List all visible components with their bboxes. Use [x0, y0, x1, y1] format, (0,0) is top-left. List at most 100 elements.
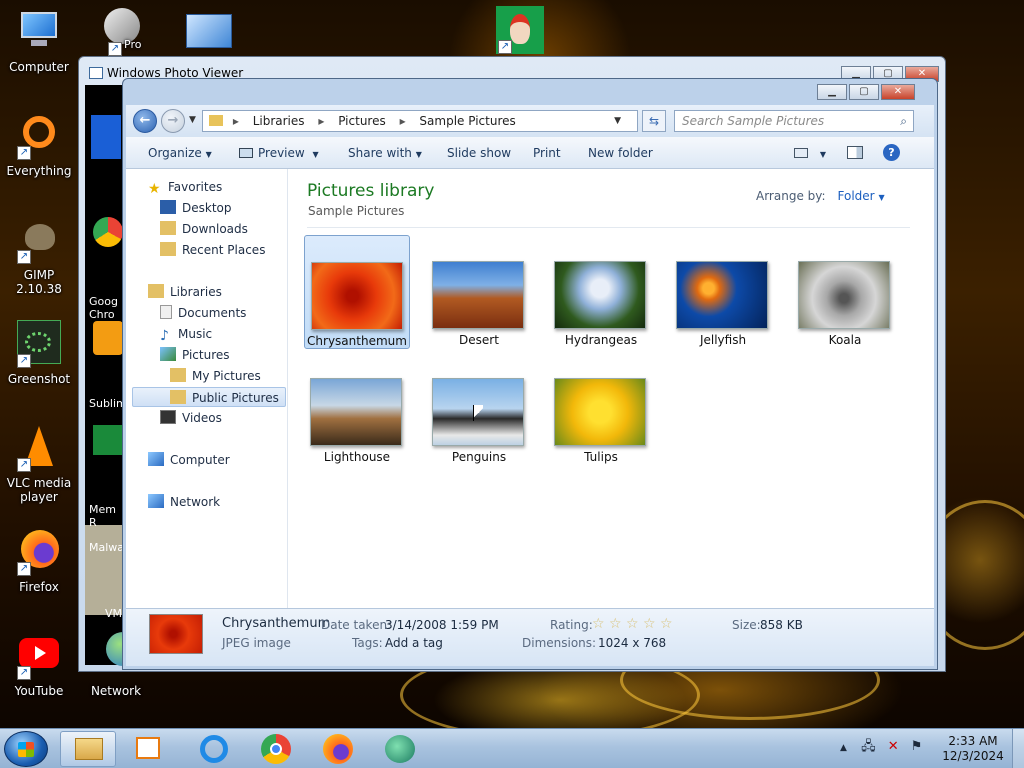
arrange-by-value: Folder: [837, 189, 875, 203]
slide-show-button[interactable]: Slide show: [447, 146, 511, 160]
nav-documents[interactable]: Documents: [160, 303, 246, 323]
nav-desktop[interactable]: Desktop: [160, 198, 232, 218]
start-button[interactable]: [4, 731, 48, 767]
nav-music[interactable]: ♪ Music: [160, 324, 212, 344]
file-thumbnail[interactable]: Jellyfish: [670, 235, 776, 349]
file-thumbnail[interactable]: Tulips: [548, 352, 654, 466]
forward-button[interactable]: →: [161, 109, 185, 133]
nav-label: Libraries: [170, 285, 222, 299]
file-thumbnail[interactable]: Hydrangeas: [548, 235, 654, 349]
nav-computer[interactable]: Computer: [148, 450, 230, 470]
desktop-icon-pro[interactable]: ↗ Pro: [80, 8, 156, 60]
nav-recent-places[interactable]: Recent Places: [160, 240, 265, 260]
desktop-icon-label: Firefox: [19, 580, 59, 594]
taskbar-app[interactable]: [372, 731, 428, 767]
new-folder-button[interactable]: New folder: [588, 146, 653, 160]
rating-star-icon[interactable]: ☆: [592, 616, 605, 632]
explorer-window[interactable]: ▁ ▢ ✕ ← → ▼ ▸ Libraries ▸ Pictures ▸ Sam…: [122, 78, 938, 670]
file-thumbnail[interactable]: Lighthouse: [304, 352, 410, 466]
desktop-icon-settings[interactable]: [168, 8, 244, 60]
nav-public-pictures[interactable]: Public Pictures: [132, 387, 286, 407]
file-thumbnail[interactable]: Desert: [426, 235, 532, 349]
nav-my-pictures[interactable]: My Pictures: [170, 366, 261, 386]
firefox-icon: [323, 734, 353, 764]
file-name: Jellyfish: [699, 333, 747, 347]
desktop-icon-santa[interactable]: ↗: [468, 6, 544, 58]
vlc-icon: ↗: [15, 424, 63, 472]
volume-muted-icon[interactable]: ✕: [888, 739, 899, 754]
selected-file-type: JPEG image: [222, 636, 291, 650]
date-taken-label: Date taken:: [321, 618, 392, 632]
taskbar-chrome[interactable]: [248, 731, 304, 767]
library-subtitle: Sample Pictures: [308, 204, 405, 218]
taskbar-media[interactable]: [122, 731, 178, 767]
chevron-down-icon[interactable]: ▼: [614, 111, 621, 131]
address-bar[interactable]: ▸ Libraries ▸ Pictures ▸ Sample Pictures…: [202, 110, 638, 132]
tags-field[interactable]: Add a tag: [385, 636, 443, 650]
windows-logo-icon: [18, 742, 34, 757]
back-button[interactable]: ←: [133, 109, 157, 133]
arrange-by: Arrange by: Folder ▼: [756, 189, 885, 203]
greenshot-icon: ↗: [15, 320, 63, 368]
file-name: Chrysanthemum: [307, 334, 407, 348]
network-status-icon[interactable]: 🖧: [861, 739, 876, 754]
taskbar-ie[interactable]: [186, 731, 242, 767]
change-view-button[interactable]: ▼: [794, 146, 826, 160]
taskbar-firefox[interactable]: [310, 731, 366, 767]
show-hidden-icons-icon[interactable]: ▲: [840, 743, 847, 753]
show-desktop-button[interactable]: [1012, 729, 1024, 768]
nav-videos[interactable]: Videos: [160, 408, 222, 428]
nav-favorites[interactable]: ★ Favorites: [148, 177, 222, 197]
star-icon: ★: [148, 181, 161, 197]
file-name: Lighthouse: [323, 450, 391, 464]
rating-star-icon[interactable]: ☆: [660, 616, 673, 632]
breadcrumb-libraries[interactable]: Libraries: [253, 114, 305, 128]
breadcrumb-pictures[interactable]: Pictures: [338, 114, 386, 128]
rating-label: Rating:: [550, 618, 593, 632]
file-thumbnail[interactable]: Chrysanthemum: [304, 235, 410, 349]
rating-star-icon[interactable]: ☆: [643, 616, 656, 632]
search-icon[interactable]: ⌕: [900, 111, 907, 131]
breadcrumb-sample-pictures[interactable]: Sample Pictures: [419, 114, 515, 128]
malwarebytes-icon: [91, 115, 121, 159]
nav-label: Favorites: [168, 180, 223, 194]
rating-star-icon[interactable]: ☆: [626, 616, 639, 632]
taskbar-explorer[interactable]: [60, 731, 116, 767]
desktop-icon-computer[interactable]: Computer: [1, 8, 77, 74]
desktop-icon-vlc[interactable]: ↗ VLC media player: [1, 424, 77, 504]
nav-pictures[interactable]: Pictures: [160, 345, 230, 365]
recent-pages-dropdown-icon[interactable]: ▼: [189, 115, 196, 125]
koala-image: [798, 261, 890, 329]
nav-label: Documents: [178, 306, 247, 320]
close-button[interactable]: ✕: [881, 84, 915, 100]
mouse-cursor-icon: [473, 405, 483, 421]
minimize-button[interactable]: ▁: [817, 84, 847, 100]
organize-menu[interactable]: Organize ▼: [148, 146, 212, 160]
nav-network[interactable]: Network: [148, 492, 220, 512]
search-input[interactable]: Search Sample Pictures ⌕: [674, 110, 914, 132]
preview-pane-button[interactable]: [847, 146, 863, 160]
desktop-icon-youtube[interactable]: ↗ YouTube: [1, 632, 77, 698]
breadcrumb-chevron-icon: ▸: [318, 114, 325, 128]
share-with-menu[interactable]: Share with ▼: [348, 146, 422, 160]
action-center-flag-icon[interactable]: ⚑: [911, 739, 923, 754]
desktop-icon-greenshot[interactable]: ↗ Greenshot: [1, 320, 77, 386]
clock[interactable]: 2:33 AM 12/3/2024: [940, 734, 1006, 764]
print-button[interactable]: Print: [533, 146, 561, 160]
desktop-icon-firefox[interactable]: ↗ Firefox: [1, 528, 77, 594]
nav-libraries[interactable]: Libraries: [148, 282, 222, 302]
desktop-icon-gimp[interactable]: ↗ GIMP 2.10.38: [1, 216, 77, 296]
preview-menu[interactable]: Preview ▼: [239, 146, 319, 160]
rating-star-icon[interactable]: ☆: [609, 616, 622, 632]
arrange-by-dropdown[interactable]: Folder ▼: [838, 189, 885, 203]
nav-downloads[interactable]: Downloads: [160, 219, 248, 239]
everything-icon: ↗: [15, 112, 63, 160]
desktop-icon-label: Mem R: [89, 503, 116, 529]
pro-icon: ↗ Pro: [94, 8, 142, 56]
maximize-button[interactable]: ▢: [849, 84, 879, 100]
desktop-icon-everything[interactable]: ↗ Everything: [1, 112, 77, 178]
file-thumbnail[interactable]: Koala: [792, 235, 898, 349]
libraries-icon: [148, 284, 164, 298]
help-icon[interactable]: ?: [883, 144, 900, 161]
refresh-button[interactable]: ⇆: [642, 110, 666, 132]
